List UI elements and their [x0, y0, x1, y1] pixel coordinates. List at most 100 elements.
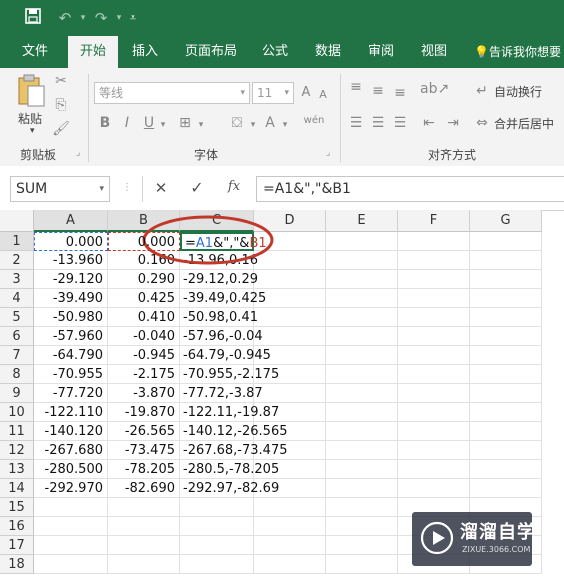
cut-icon[interactable]: ✂ — [52, 72, 70, 90]
cell-f8[interactable] — [398, 365, 470, 384]
cell-a13[interactable]: -280.500 — [34, 460, 108, 479]
cell-e9[interactable] — [326, 384, 398, 403]
underline-dropdown-icon[interactable]: ▾ — [158, 116, 168, 134]
cell-a16[interactable] — [34, 517, 108, 536]
cell-a12[interactable]: -267.680 — [34, 441, 108, 460]
grow-font-icon[interactable]: A — [298, 84, 314, 102]
paste-dropdown-icon[interactable]: ▾ — [30, 126, 35, 136]
cell-g1[interactable] — [470, 232, 542, 251]
cell-b16[interactable] — [108, 517, 180, 536]
cell-b14[interactable]: -82.690 — [108, 479, 180, 498]
align-center-icon[interactable]: ☰ — [370, 114, 386, 132]
orientation-icon[interactable]: ab↗ — [420, 80, 449, 98]
row-header-11[interactable]: 11 — [0, 422, 34, 441]
row-header-18[interactable]: 18 — [0, 555, 34, 574]
fill-color-dropdown-icon[interactable]: ▾ — [248, 116, 258, 134]
shrink-font-icon[interactable]: A — [316, 86, 330, 104]
row-header-10[interactable]: 10 — [0, 403, 34, 422]
tab-file[interactable]: 文件 — [22, 36, 48, 68]
font-color-icon[interactable]: A — [262, 114, 278, 132]
cell-g8[interactable] — [470, 365, 542, 384]
cell-b8[interactable]: -2.175 — [108, 365, 180, 384]
cell-b15[interactable] — [108, 498, 180, 517]
resize-handle-icon[interactable]: ⋮ — [122, 182, 132, 193]
cell-b6[interactable]: -0.040 — [108, 327, 180, 346]
cell-d8[interactable] — [254, 365, 326, 384]
cell-g7[interactable] — [470, 346, 542, 365]
cell-e17[interactable] — [326, 536, 398, 555]
cell-d11[interactable] — [254, 422, 326, 441]
cell-d15[interactable] — [254, 498, 326, 517]
align-bottom-icon[interactable]: ≡ — [392, 84, 408, 102]
cell-a9[interactable]: -77.720 — [34, 384, 108, 403]
cell-b5[interactable]: 0.410 — [108, 308, 180, 327]
column-header-e[interactable]: E — [326, 210, 398, 232]
cell-a7[interactable]: -64.790 — [34, 346, 108, 365]
cell-a14[interactable]: -292.970 — [34, 479, 108, 498]
italic-button[interactable]: I — [120, 114, 134, 132]
cell-d5[interactable] — [254, 308, 326, 327]
cell-d6[interactable] — [254, 327, 326, 346]
insert-function-button[interactable]: fx — [222, 179, 246, 194]
cell-c3[interactable]: -29.12,0.29 — [180, 270, 258, 289]
cell-d7[interactable] — [254, 346, 326, 365]
cell-c8[interactable]: -70.955,-2.175 — [180, 365, 279, 384]
cell-a18[interactable] — [34, 555, 108, 574]
phonetic-guide-icon[interactable]: wén — [302, 112, 326, 130]
clipboard-launcher-icon[interactable]: ⌟ — [76, 148, 80, 158]
cell-g3[interactable] — [470, 270, 542, 289]
cell-b7[interactable]: -0.945 — [108, 346, 180, 365]
cell-c5[interactable]: -50.98,0.41 — [180, 308, 258, 327]
cell-e1[interactable] — [326, 232, 398, 251]
cell-f5[interactable] — [398, 308, 470, 327]
cell-e4[interactable] — [326, 289, 398, 308]
cell-a6[interactable]: -57.960 — [34, 327, 108, 346]
cell-f10[interactable] — [398, 403, 470, 422]
row-header-15[interactable]: 15 — [0, 498, 34, 517]
cell-c7[interactable]: -64.79,-0.945 — [180, 346, 271, 365]
cell-c1[interactable]: =A1&","&B1 — [180, 232, 267, 251]
undo-icon[interactable]: ↶ — [54, 8, 76, 28]
cell-e8[interactable] — [326, 365, 398, 384]
cell-b3[interactable]: 0.290 — [108, 270, 180, 289]
cell-e11[interactable] — [326, 422, 398, 441]
cell-b13[interactable]: -78.205 — [108, 460, 180, 479]
cell-d9[interactable] — [254, 384, 326, 403]
row-header-16[interactable]: 16 — [0, 517, 34, 536]
cell-c4[interactable]: -39.49,0.425 — [180, 289, 266, 308]
cell-f14[interactable] — [398, 479, 470, 498]
cell-f6[interactable] — [398, 327, 470, 346]
row-header-12[interactable]: 12 — [0, 441, 34, 460]
cell-a5[interactable]: -50.980 — [34, 308, 108, 327]
cell-d3[interactable] — [254, 270, 326, 289]
cell-g4[interactable] — [470, 289, 542, 308]
cell-f12[interactable] — [398, 441, 470, 460]
cell-f3[interactable] — [398, 270, 470, 289]
align-left-icon[interactable]: ☰ — [348, 114, 364, 132]
column-header-a[interactable]: A — [34, 210, 108, 232]
cell-f2[interactable] — [398, 251, 470, 270]
cancel-button[interactable]: ✕ — [150, 179, 172, 197]
cell-c12[interactable]: -267.68,-73.475 — [180, 441, 288, 460]
fill-color-icon[interactable]: ⛋ — [228, 114, 246, 132]
row-header-2[interactable]: 2 — [0, 251, 34, 270]
cell-d16[interactable] — [254, 517, 326, 536]
cell-g2[interactable] — [470, 251, 542, 270]
customize-icon[interactable]: ⩡ — [126, 8, 140, 28]
border-dropdown-icon[interactable]: ▾ — [196, 116, 206, 134]
paste-label[interactable]: 粘贴 — [18, 110, 42, 127]
cell-e14[interactable] — [326, 479, 398, 498]
merge-center-button[interactable]: 合并后居中 — [494, 115, 554, 132]
cell-f11[interactable] — [398, 422, 470, 441]
cell-d17[interactable] — [254, 536, 326, 555]
cell-g9[interactable] — [470, 384, 542, 403]
wrap-text-icon[interactable]: ↵ — [474, 82, 490, 100]
cell-a1[interactable]: 0.000 — [34, 232, 108, 251]
tab-review[interactable]: 审阅 — [368, 36, 394, 68]
cell-a10[interactable]: -122.110 — [34, 403, 108, 422]
tab-data[interactable]: 数据 — [315, 36, 341, 68]
paste-icon[interactable] — [14, 74, 48, 110]
cell-a8[interactable]: -70.955 — [34, 365, 108, 384]
cell-f13[interactable] — [398, 460, 470, 479]
cell-d4[interactable] — [254, 289, 326, 308]
